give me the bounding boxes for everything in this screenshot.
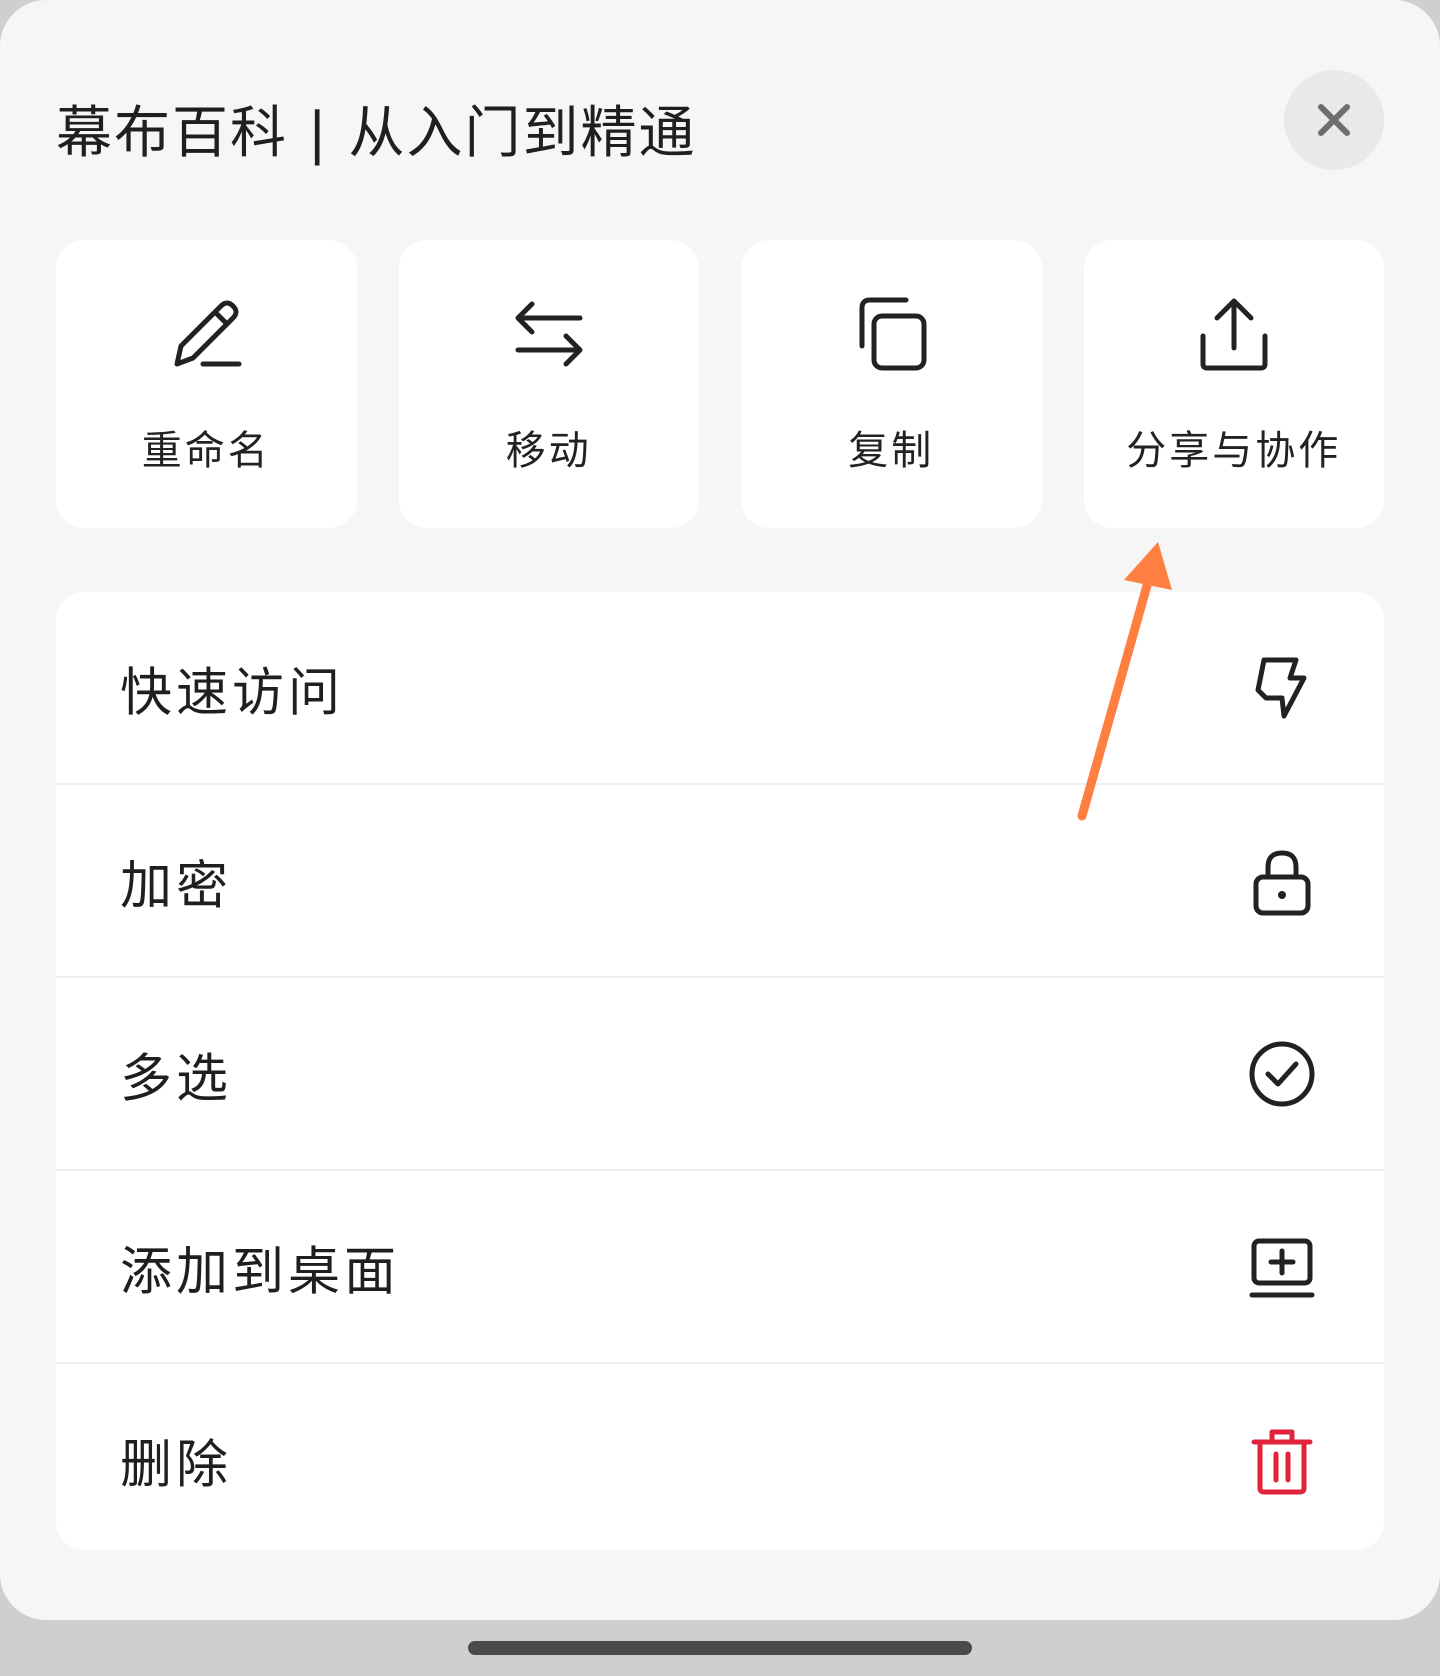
copy-button[interactable]: 复制 <box>741 240 1042 528</box>
rename-label: 重命名 <box>141 428 271 474</box>
pencil-icon <box>174 300 242 367</box>
copy-icon <box>859 297 927 371</box>
trash-icon <box>1251 1429 1313 1494</box>
add-to-desktop-item[interactable]: 添加到桌面 <box>56 1171 1384 1364</box>
quick-actions: 重命名 移动 复制 分享与协作 <box>56 240 1384 528</box>
multi-select-label: 多选 <box>120 1049 233 1109</box>
delete-label: 删除 <box>120 1435 233 1495</box>
share-button[interactable]: 分享与协作 <box>1083 240 1384 528</box>
home-indicator[interactable] <box>468 1641 972 1655</box>
share-label: 分享与协作 <box>1126 428 1342 474</box>
lock-icon <box>1253 849 1311 915</box>
copy-label: 复制 <box>848 428 935 474</box>
encrypt-label: 加密 <box>120 856 233 916</box>
move-button[interactable]: 移动 <box>398 240 699 528</box>
action-sheet: 幕布百科 | 从入门到精通 重命名 移动 复制 分享与协作 快速访问 加密 多选… <box>0 0 1440 1620</box>
add-to-desktop-label: 添加到桌面 <box>120 1242 401 1302</box>
quick-access-label: 快速访问 <box>120 663 345 723</box>
sheet-header: 幕布百科 | 从入门到精通 <box>56 70 1384 170</box>
quick-access-item[interactable]: 快速访问 <box>56 592 1384 785</box>
encrypt-item[interactable]: 加密 <box>56 785 1384 978</box>
document-title: 幕布百科 | 从入门到精通 <box>56 101 697 166</box>
rename-button[interactable]: 重命名 <box>56 240 357 528</box>
move-label: 移动 <box>505 428 592 474</box>
swap-arrows-icon <box>515 301 583 367</box>
check-circle-icon <box>1249 1041 1315 1106</box>
options-list: 快速访问 加密 多选 添加到桌面 删除 <box>56 592 1384 1550</box>
close-button[interactable] <box>1284 70 1384 170</box>
add-to-desktop-icon <box>1249 1238 1315 1297</box>
multi-select-item[interactable]: 多选 <box>56 978 1384 1171</box>
share-icon <box>1200 298 1268 371</box>
lightning-icon <box>1255 657 1307 718</box>
close-icon <box>1318 104 1350 136</box>
delete-item[interactable]: 删除 <box>56 1364 1384 1550</box>
